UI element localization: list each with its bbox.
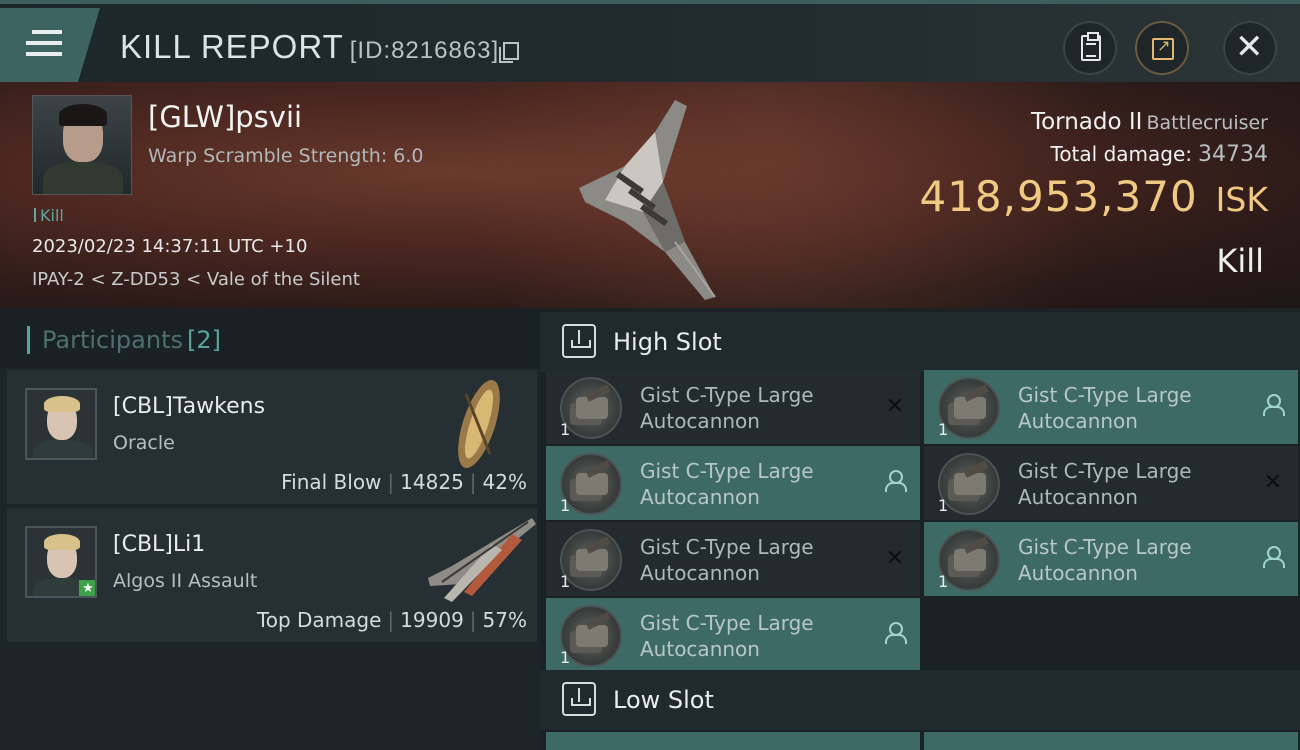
clipboard-button[interactable]: [1063, 21, 1117, 75]
share-button[interactable]: [1135, 21, 1189, 75]
module-quantity: 1: [560, 648, 571, 667]
participants-panel: Participants [2] [CBL]Tawkens Oracle Fina…: [0, 308, 540, 750]
module-name: Gist C-Type Large Autocannon: [640, 459, 814, 509]
low-slot-title: Low Slot: [613, 686, 714, 714]
dropped-person-icon: [1262, 394, 1285, 416]
module-name: Gist C-Type Large Autocannon: [1018, 535, 1192, 585]
isk-unit: ISK: [1215, 180, 1268, 219]
module-item[interactable]: 1 Gist C-Type Large Autocannon: [546, 598, 920, 672]
participant-percent: 42%: [482, 470, 527, 494]
module-item[interactable]: 1 Gist C-Type Large Autocannon: [546, 446, 920, 520]
participants-header: Participants [2]: [0, 308, 540, 368]
participant-damage: 19909: [400, 608, 464, 632]
participants-label: Participants: [42, 326, 183, 354]
participant-ship-image[interactable]: [454, 374, 504, 474]
report-id: [ID:8216863]: [349, 37, 500, 64]
participant-ship-image[interactable]: [422, 514, 537, 606]
module-item[interactable]: 1 Gist C-Type Large Autocannon ✕: [546, 522, 920, 596]
kill-tag: Kill: [34, 206, 64, 225]
low-slot-module-partial[interactable]: [924, 732, 1298, 750]
participants-title: Participants [2]: [27, 326, 221, 354]
participant-damage: 14825: [400, 470, 464, 494]
ship-class: Battlecruiser: [1146, 112, 1268, 134]
high-slot-header: High Slot: [540, 312, 1300, 372]
dropped-person-icon: [884, 622, 907, 644]
participant-stats: Final Blow | 14825 | 42%: [281, 470, 527, 494]
module-name: Gist C-Type Large Autocannon: [1018, 383, 1192, 433]
kill-result: Kill: [1216, 242, 1264, 280]
victim-avatar[interactable]: [32, 95, 132, 195]
participant-name: [CBL]Tawkens: [113, 394, 266, 419]
clipboard-icon: [1081, 32, 1101, 61]
low-slot-icon: [562, 682, 596, 716]
menu-icon: [26, 30, 62, 60]
total-damage: Total damage: 34734: [1051, 142, 1269, 167]
victim-banner: [GLW]psvii Warp Scramble Strength: 6.0 K…: [0, 82, 1300, 308]
participant-row[interactable]: [CBL]Tawkens Oracle Final Blow | 14825 | 42%: [7, 370, 537, 504]
total-damage-label: Total damage:: [1050, 142, 1193, 166]
ship-name-text: Tornado II: [1030, 109, 1143, 135]
module-item[interactable]: 1 Gist C-Type Large Autocannon ✕: [924, 446, 1298, 520]
victim-name[interactable]: [GLW]psvii: [148, 100, 302, 134]
participant-role: Final Blow: [281, 470, 382, 494]
destroyed-icon: ✕: [1263, 470, 1282, 495]
top-bar: KILL REPORT[ID:8216863] ✕: [0, 0, 1300, 82]
victim-ship-image[interactable]: [565, 92, 745, 302]
page-title: KILL REPORT [ID:8216863]: [120, 28, 520, 66]
star-icon: ★: [79, 580, 95, 596]
title-text: KILL REPORT: [120, 28, 344, 65]
isk-value: 418,953,370 ISK: [919, 172, 1268, 221]
participant-name: [CBL]Li1: [113, 532, 206, 557]
module-quantity: 1: [938, 420, 949, 439]
module-name: Gist C-Type Large Autocannon: [1018, 459, 1192, 509]
module-item[interactable]: 1 Gist C-Type Large Autocannon ✕: [546, 370, 920, 444]
participant-row[interactable]: ★ [CBL]Li1 Algos II Assault Top Damage | 1…: [7, 508, 537, 642]
avatar[interactable]: ★: [25, 526, 97, 598]
participant-percent: 57%: [482, 608, 527, 632]
fitting-panel: High Slot 1 Gist C-Type Large Autocannon…: [540, 308, 1300, 750]
participant-ship: Algos II Assault: [113, 570, 258, 592]
module-name: Gist C-Type Large Autocannon: [640, 611, 814, 661]
module-name: Gist C-Type Large Autocannon: [640, 535, 814, 585]
share-icon: [1152, 36, 1174, 60]
module-item[interactable]: 1 Gist C-Type Large Autocannon: [924, 522, 1298, 596]
kill-datetime: 2023/02/23 14:37:11 UTC +10: [32, 236, 308, 257]
menu-button[interactable]: [0, 8, 100, 82]
participant-role: Top Damage: [256, 608, 382, 632]
close-icon: ✕: [1235, 27, 1264, 67]
module-quantity: 1: [560, 496, 571, 515]
kill-location[interactable]: IPAY-2 < Z-DD53 < Vale of the Silent: [32, 269, 360, 290]
module-quantity: 1: [560, 572, 571, 591]
module-quantity: 1: [938, 572, 949, 591]
isk-amount: 418,953,370: [919, 172, 1198, 221]
copy-icon[interactable]: [499, 42, 520, 63]
participant-ship: Oracle: [113, 432, 175, 454]
high-slot-icon: [562, 324, 596, 358]
dropped-person-icon: [884, 470, 907, 492]
victim-ship-name[interactable]: Tornado II Battlecruiser: [1031, 109, 1268, 135]
high-slot-title: High Slot: [613, 328, 722, 356]
destroyed-icon: ✕: [885, 394, 904, 419]
participant-stats: Top Damage | 19909 | 57%: [256, 608, 527, 632]
low-slot-header: Low Slot: [540, 670, 1300, 730]
avatar[interactable]: [25, 388, 97, 460]
dropped-person-icon: [1262, 546, 1285, 568]
participants-count: [2]: [186, 326, 221, 354]
module-name: Gist C-Type Large Autocannon: [640, 383, 814, 433]
close-button[interactable]: ✕: [1223, 21, 1277, 75]
module-item[interactable]: 1 Gist C-Type Large Autocannon: [924, 370, 1298, 444]
module-quantity: 1: [938, 496, 949, 515]
total-damage-value: 34734: [1198, 142, 1268, 167]
low-slot-module-partial[interactable]: [546, 732, 920, 750]
destroyed-icon: ✕: [885, 546, 904, 571]
module-quantity: 1: [560, 420, 571, 439]
victim-detail: Warp Scramble Strength: 6.0: [148, 145, 424, 167]
